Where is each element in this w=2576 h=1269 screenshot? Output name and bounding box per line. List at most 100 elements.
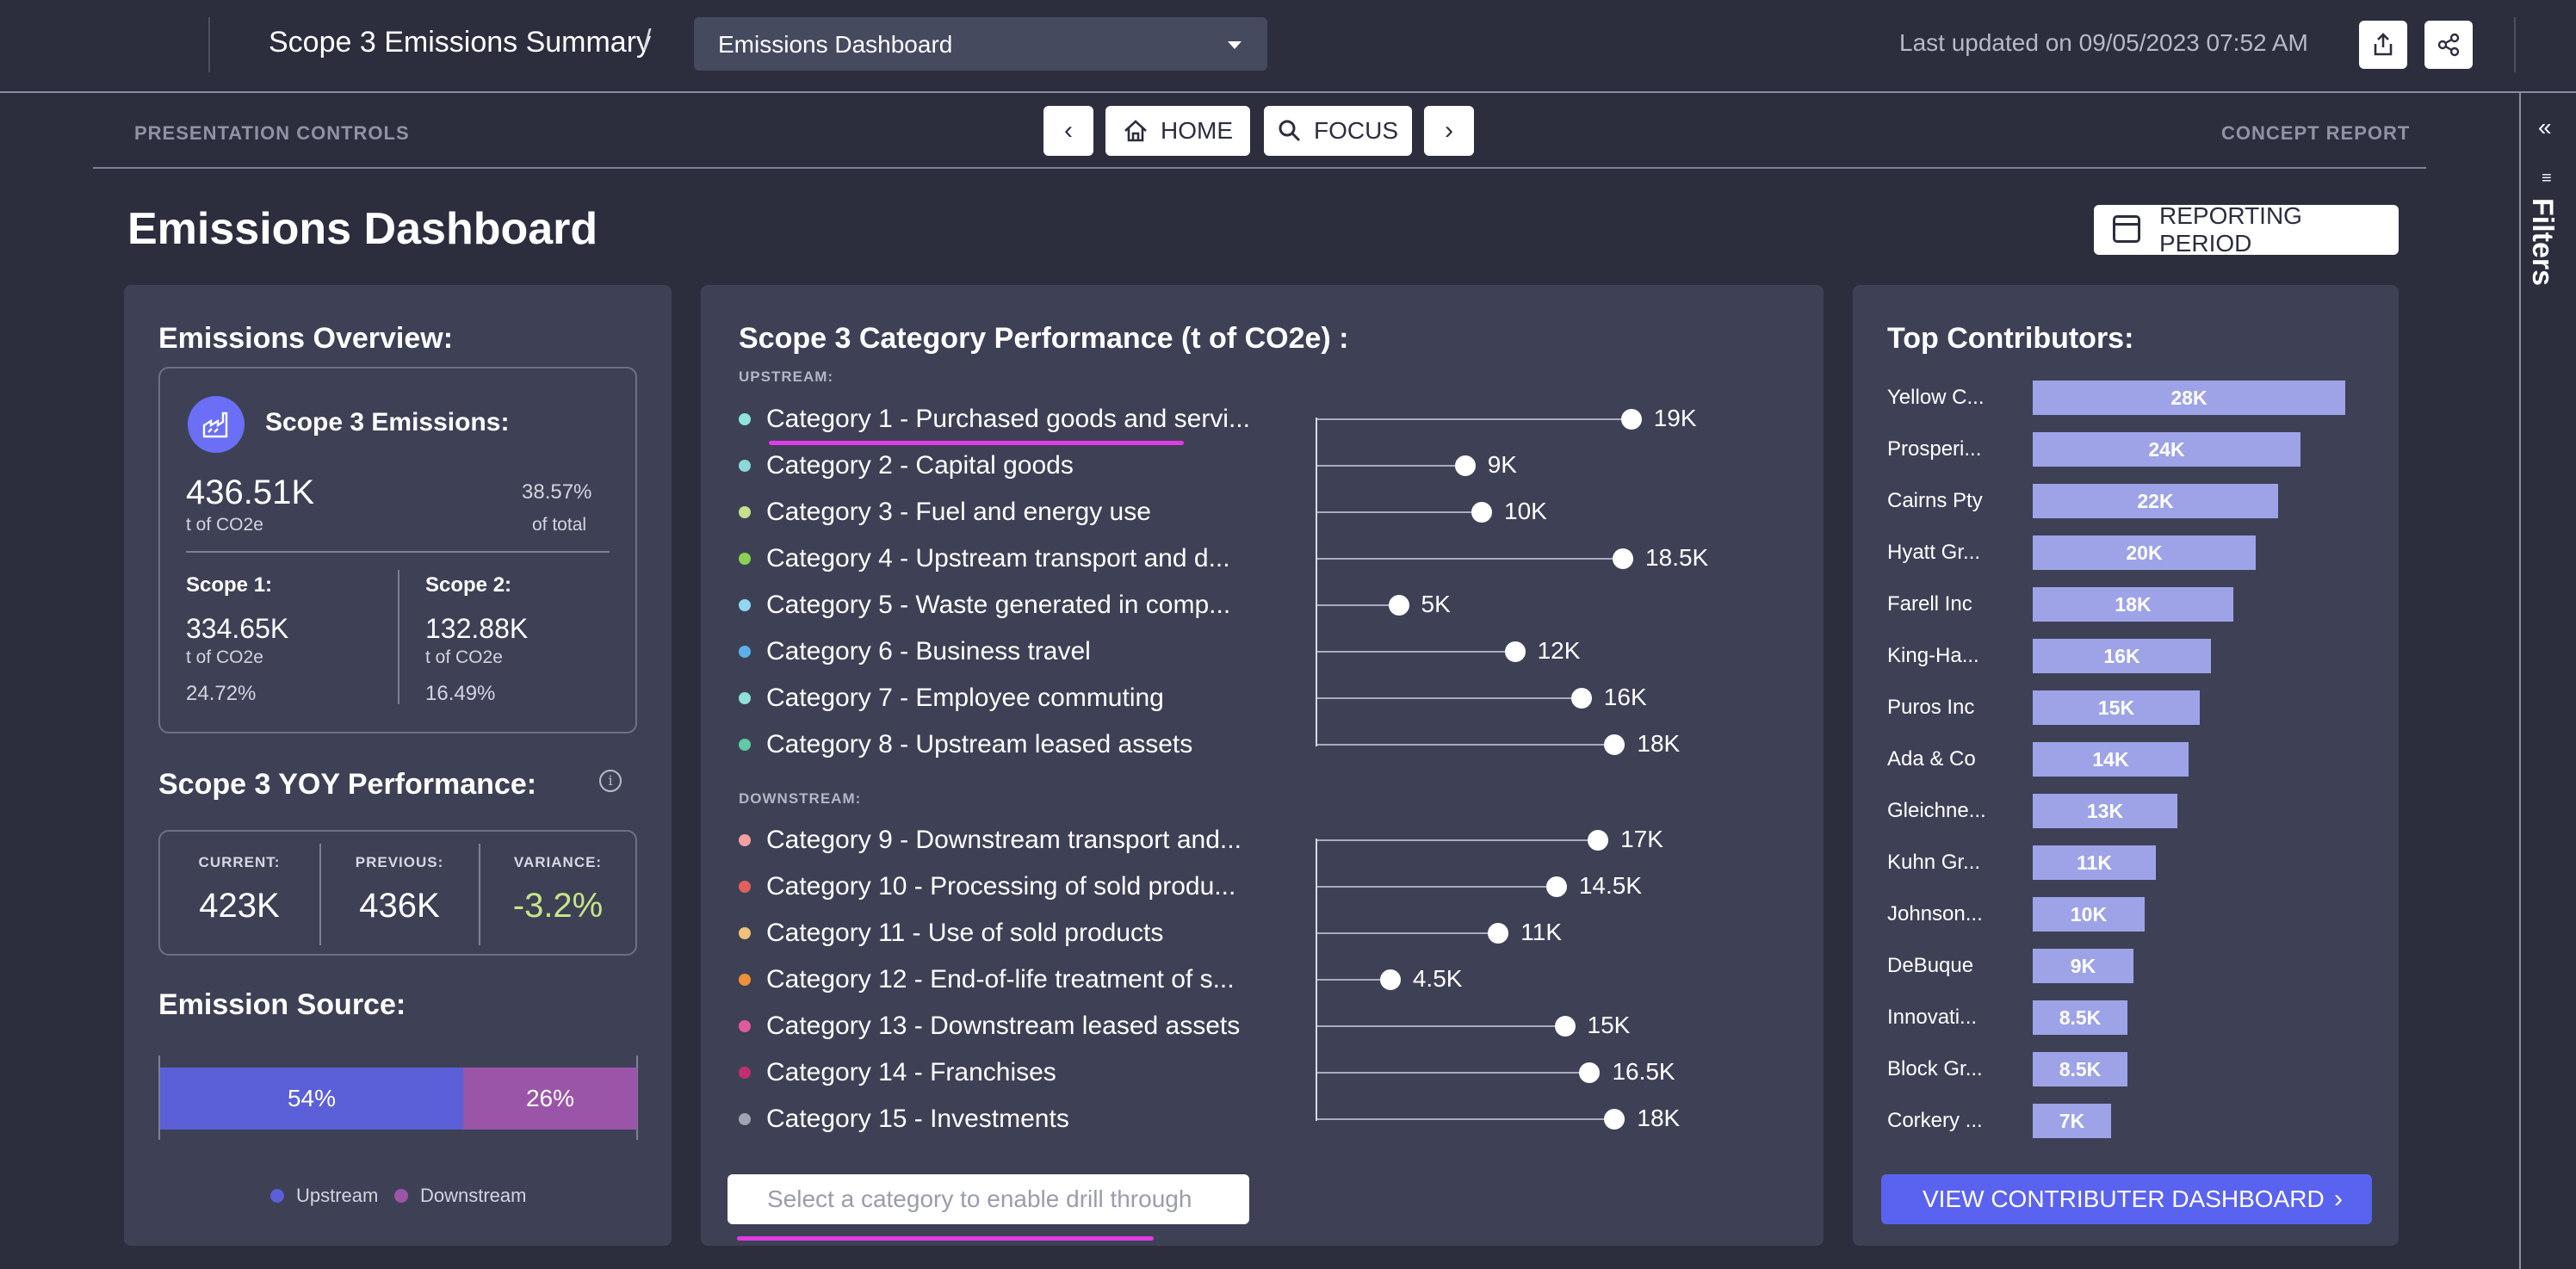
upstream-section-label: UPSTREAM: bbox=[739, 368, 834, 385]
contributor-name[interactable]: Innovati... bbox=[1887, 1006, 1977, 1030]
previous-button[interactable]: ‹ bbox=[1043, 106, 1093, 156]
filters-label[interactable]: Filters bbox=[2525, 198, 2559, 286]
downstream-segment[interactable]: 26% bbox=[463, 1068, 637, 1130]
export-button[interactable] bbox=[2359, 21, 2407, 69]
lollipop-stem bbox=[1316, 651, 1515, 653]
next-button[interactable]: › bbox=[1424, 106, 1474, 156]
category-color-dot bbox=[739, 553, 751, 565]
contributor-bar[interactable]: 10K bbox=[2033, 897, 2145, 932]
category-row[interactable]: Category 14 - Franchises bbox=[739, 1055, 1056, 1090]
contributor-name[interactable]: Kuhn Gr... bbox=[1887, 851, 1980, 875]
home-button[interactable]: HOME bbox=[1105, 106, 1250, 156]
contributor-bar[interactable]: 16K bbox=[2033, 639, 2211, 673]
contributor-bar[interactable]: 8.5K bbox=[2033, 1000, 2127, 1035]
overview-title: Emissions Overview: bbox=[158, 322, 454, 355]
yoy-previous-value: 436K bbox=[359, 887, 440, 925]
contributor-name[interactable]: Cairns Pty bbox=[1887, 489, 1983, 513]
lollipop-stem bbox=[1316, 1072, 1590, 1074]
category-row[interactable]: Category 4 - Upstream transport and d... bbox=[739, 542, 1230, 576]
lollipop-point[interactable] bbox=[1588, 830, 1609, 851]
contributor-name[interactable]: DeBuque bbox=[1887, 954, 1973, 978]
focus-button[interactable]: FOCUS bbox=[1264, 106, 1412, 156]
scope1-label: Scope 1: bbox=[186, 573, 273, 597]
scope2-label: Scope 2: bbox=[425, 573, 512, 597]
contributor-name[interactable]: King-Ha... bbox=[1887, 644, 1979, 668]
legend-downstream[interactable]: Downstream bbox=[394, 1185, 526, 1207]
contributor-name[interactable]: Yellow C... bbox=[1887, 386, 1985, 410]
lollipop-point[interactable] bbox=[1471, 502, 1492, 523]
contributor-name[interactable]: Hyatt Gr... bbox=[1887, 541, 1980, 565]
lollipop-point[interactable] bbox=[1570, 688, 1592, 709]
share-button[interactable] bbox=[2424, 21, 2473, 69]
lollipop-point[interactable] bbox=[1504, 641, 1526, 662]
category-row[interactable]: Category 1 - Purchased goods and servi..… bbox=[739, 402, 1250, 436]
lollipop-point[interactable] bbox=[1379, 969, 1401, 990]
chevron-left-icon: ‹ bbox=[1064, 116, 1073, 145]
info-icon[interactable]: i bbox=[599, 770, 622, 792]
contributor-bar[interactable]: 22K bbox=[2033, 484, 2278, 518]
upstream-segment[interactable]: 54% bbox=[160, 1068, 463, 1130]
contributor-name[interactable]: Corkery ... bbox=[1887, 1109, 1983, 1133]
category-name: Category 15 - Investments bbox=[766, 1105, 1069, 1133]
contributor-name[interactable]: Farell Inc bbox=[1887, 592, 1972, 616]
contributor-name[interactable]: Prosperi... bbox=[1887, 437, 1981, 461]
category-row[interactable]: Category 7 - Employee commuting bbox=[739, 681, 1164, 715]
lollipop-point[interactable] bbox=[1620, 409, 1642, 430]
category-row[interactable]: Category 3 - Fuel and energy use bbox=[739, 495, 1151, 529]
contributor-bar[interactable]: 18K bbox=[2033, 587, 2233, 622]
category-row[interactable]: Category 8 - Upstream leased assets bbox=[739, 727, 1192, 762]
contributor-name[interactable]: Puros Inc bbox=[1887, 696, 1974, 720]
scope3-value: 436.51K bbox=[186, 474, 315, 511]
filters-rail[interactable]: « ≡ Filters bbox=[2519, 93, 2576, 1269]
concept-report-label: CONCEPT REPORT bbox=[2221, 122, 2411, 144]
lollipop-point[interactable] bbox=[1545, 876, 1567, 897]
contributor-name[interactable]: Ada & Co bbox=[1887, 747, 1976, 771]
lollipop-point[interactable] bbox=[1554, 1016, 1576, 1037]
top-bar: Scope 3 Emissions Summary / Emissions Da… bbox=[0, 0, 2576, 93]
category-row[interactable]: Category 15 - Investments bbox=[739, 1102, 1069, 1136]
contributor-bar[interactable]: 9K bbox=[2033, 949, 2133, 983]
contributor-bar[interactable]: 13K bbox=[2033, 794, 2177, 828]
contributor-bar[interactable]: 24K bbox=[2033, 432, 2300, 467]
yoy-title: Scope 3 YOY Performance: bbox=[158, 768, 537, 801]
contributor-name[interactable]: Gleichne... bbox=[1887, 799, 1986, 823]
lollipop-point[interactable] bbox=[1613, 548, 1634, 569]
contributor-bar[interactable]: 15K bbox=[2033, 690, 2200, 725]
scope3-percent: 38.57% bbox=[522, 480, 592, 504]
lollipop-stem bbox=[1316, 465, 1465, 467]
category-row[interactable]: Category 11 - Use of sold products bbox=[739, 916, 1163, 950]
contributor-name[interactable]: Block Gr... bbox=[1887, 1057, 1983, 1081]
drill-through-input[interactable]: Select a category to enable drill throug… bbox=[728, 1174, 1249, 1224]
category-row[interactable]: Category 6 - Business travel bbox=[739, 634, 1091, 669]
category-row[interactable]: Category 10 - Processing of sold produ..… bbox=[739, 870, 1235, 904]
category-row[interactable]: Category 12 - End-of-life treatment of s… bbox=[739, 963, 1235, 997]
yoy-variance: VARIANCE: -3.2% bbox=[479, 832, 637, 957]
legend-upstream[interactable]: Upstream bbox=[270, 1185, 378, 1207]
contributor-bar[interactable]: 20K bbox=[2033, 535, 2256, 570]
category-color-dot bbox=[739, 1113, 751, 1125]
lollipop-point[interactable] bbox=[1388, 595, 1409, 616]
lollipop-value-label: 11K bbox=[1520, 919, 1563, 945]
category-row[interactable]: Category 9 - Downstream transport and... bbox=[739, 823, 1242, 857]
contributor-name[interactable]: Johnson... bbox=[1887, 902, 1983, 926]
divider bbox=[186, 551, 610, 553]
category-row[interactable]: Category 5 - Waste generated in comp... bbox=[739, 588, 1230, 622]
contributor-bar[interactable]: 11K bbox=[2033, 845, 2156, 880]
breadcrumb-title[interactable]: Scope 3 Emissions Summary bbox=[269, 26, 651, 59]
double-chevron-left-icon[interactable]: « bbox=[2538, 114, 2552, 141]
contributor-bar[interactable]: 28K bbox=[2033, 381, 2345, 415]
category-row[interactable]: Category 13 - Downstream leased assets bbox=[739, 1009, 1240, 1043]
lollipop-stem bbox=[1316, 418, 1632, 420]
category-color-dot bbox=[739, 881, 751, 893]
contributor-bar[interactable]: 7K bbox=[2033, 1104, 2111, 1138]
contributor-bar[interactable]: 14K bbox=[2033, 742, 2189, 777]
focus-underline bbox=[737, 1236, 1154, 1241]
reporting-period-button[interactable]: REPORTING PERIOD bbox=[2094, 202, 2399, 257]
contributor-bar[interactable]: 8.5K bbox=[2033, 1052, 2127, 1086]
lollipop-point[interactable] bbox=[1454, 455, 1476, 476]
category-row[interactable]: Category 2 - Capital goods bbox=[739, 449, 1074, 483]
view-contributor-dashboard-button[interactable]: VIEW CONTRIBUTER DASHBOARD › bbox=[1881, 1174, 2372, 1224]
dashboard-select[interactable]: Emissions Dashboard bbox=[694, 17, 1267, 71]
lollipop-value-label: 5K bbox=[1421, 591, 1451, 617]
category-name: Category 9 - Downstream transport and... bbox=[766, 826, 1242, 854]
